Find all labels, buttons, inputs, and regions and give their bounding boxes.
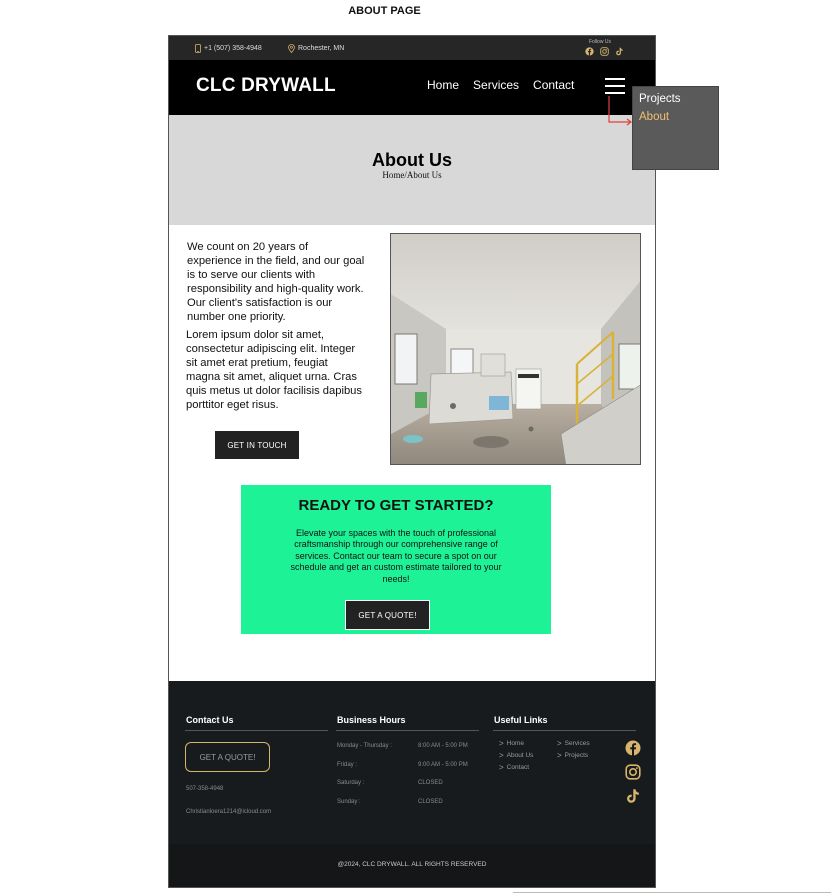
nav-link-home[interactable]: Home: [427, 78, 459, 92]
nav-dropdown-menu: Projects About: [632, 86, 719, 170]
canvas-page-label: ABOUT PAGE: [348, 5, 421, 17]
chevron-right-icon: >: [499, 751, 504, 760]
footer-link-projects[interactable]: > Projects: [557, 751, 588, 760]
footer-contact-title: Contact Us: [186, 715, 234, 725]
tiktok-icon[interactable]: [615, 47, 624, 56]
about-text-block: We count on 20 years of experience in th…: [186, 240, 365, 416]
hours-day: Saturday :: [337, 780, 365, 786]
hours-time: 9:00 AM - 5:00 PM: [418, 762, 468, 768]
nav-link-services[interactable]: Services: [473, 78, 519, 92]
footer-link-contact[interactable]: > Contact: [499, 763, 529, 772]
footer-tiktok-icon[interactable]: [625, 788, 641, 804]
hours-time: 8:00 AM - 5:00 PM: [418, 743, 468, 749]
site-footer: Contact Us GET A QUOTE! 507-358-4948 Chr…: [169, 681, 655, 887]
hours-day: Monday - Thursday :: [337, 743, 392, 749]
follow-us-label: Follow Us: [589, 39, 611, 45]
hours-time: CLOSED: [418, 780, 443, 786]
topbar-phone[interactable]: +1 (507) 358-4948: [195, 44, 262, 53]
topbar-location: Rochester, MN: [288, 44, 344, 53]
drywall-room-image: [391, 234, 640, 464]
hamburger-menu-icon[interactable]: [605, 78, 625, 94]
dropdown-item-projects[interactable]: Projects: [639, 93, 681, 105]
footer-link-home[interactable]: > Home: [499, 739, 524, 748]
chevron-right-icon: >: [557, 751, 562, 760]
topbar-socials: [585, 47, 624, 56]
dropdown-item-about[interactable]: About: [639, 111, 669, 123]
footer-hours-title: Business Hours: [337, 715, 406, 725]
hours-time: CLOSED: [418, 799, 443, 805]
topbar-phone-text: +1 (507) 358-4948: [204, 45, 262, 52]
footer-email[interactable]: Christianloera1214@icloud.com: [186, 809, 271, 815]
top-info-bar: +1 (507) 358-4948 Rochester, MN Follow U…: [169, 36, 655, 60]
hours-day: Friday :: [337, 762, 358, 768]
about-paragraph-1: We count on 20 years of experience in th…: [187, 241, 365, 323]
brand-logo[interactable]: CLC DRYWALL: [196, 75, 336, 97]
cta-section: READY TO GET STARTED? Elevate your space…: [241, 485, 551, 634]
copyright-text: @2024, CLC DRYWALL. ALL RIGHTS RESERVED: [337, 861, 487, 868]
footer-contact-rule: [185, 730, 328, 731]
page-frame: +1 (507) 358-4948 Rochester, MN Follow U…: [168, 35, 656, 888]
cta-text: Elevate your spaces with the touch of pr…: [290, 528, 502, 584]
nav-link-contact[interactable]: Contact: [533, 78, 574, 92]
facebook-icon[interactable]: [585, 47, 594, 56]
bottom-edge-line: [513, 892, 831, 893]
footer-phone[interactable]: 507-358-4948: [186, 786, 223, 792]
location-pin-icon: [288, 44, 295, 53]
breadcrumb[interactable]: Home/About Us: [169, 170, 655, 180]
phone-icon: [195, 44, 201, 53]
footer-links-title: Useful Links: [494, 715, 548, 725]
nav-links: Home Services Contact: [427, 78, 574, 92]
footer-facebook-icon[interactable]: [625, 740, 641, 756]
instagram-icon[interactable]: [600, 47, 609, 56]
chevron-right-icon: >: [557, 739, 562, 748]
get-in-touch-button[interactable]: GET IN TOUCH: [215, 431, 299, 459]
footer-instagram-icon[interactable]: [625, 764, 641, 780]
cta-title: READY TO GET STARTED?: [298, 497, 494, 514]
chevron-right-icon: >: [499, 739, 504, 748]
hours-day: Sunday :: [337, 799, 361, 805]
about-paragraph-2: Lorem ipsum dolor sit amet, consectetur …: [186, 329, 362, 411]
topbar-location-text: Rochester, MN: [298, 45, 345, 52]
main-navbar: CLC DRYWALL Home Services Contact: [169, 60, 655, 115]
copyright-bar: @2024, CLC DRYWALL. ALL RIGHTS RESERVED: [169, 844, 655, 887]
footer-link-services[interactable]: > Services: [557, 739, 590, 748]
project-photo: [390, 233, 641, 465]
footer-get-a-quote-button[interactable]: GET A QUOTE!: [185, 742, 270, 772]
footer-hours-rule: [336, 730, 479, 731]
page-hero: About Us Home/About Us: [169, 115, 655, 225]
page-title: About Us: [372, 150, 452, 170]
get-a-quote-button[interactable]: GET A QUOTE!: [345, 600, 430, 630]
chevron-right-icon: >: [499, 763, 504, 772]
footer-link-about[interactable]: > About Us: [499, 751, 533, 760]
footer-links-rule: [493, 730, 636, 731]
